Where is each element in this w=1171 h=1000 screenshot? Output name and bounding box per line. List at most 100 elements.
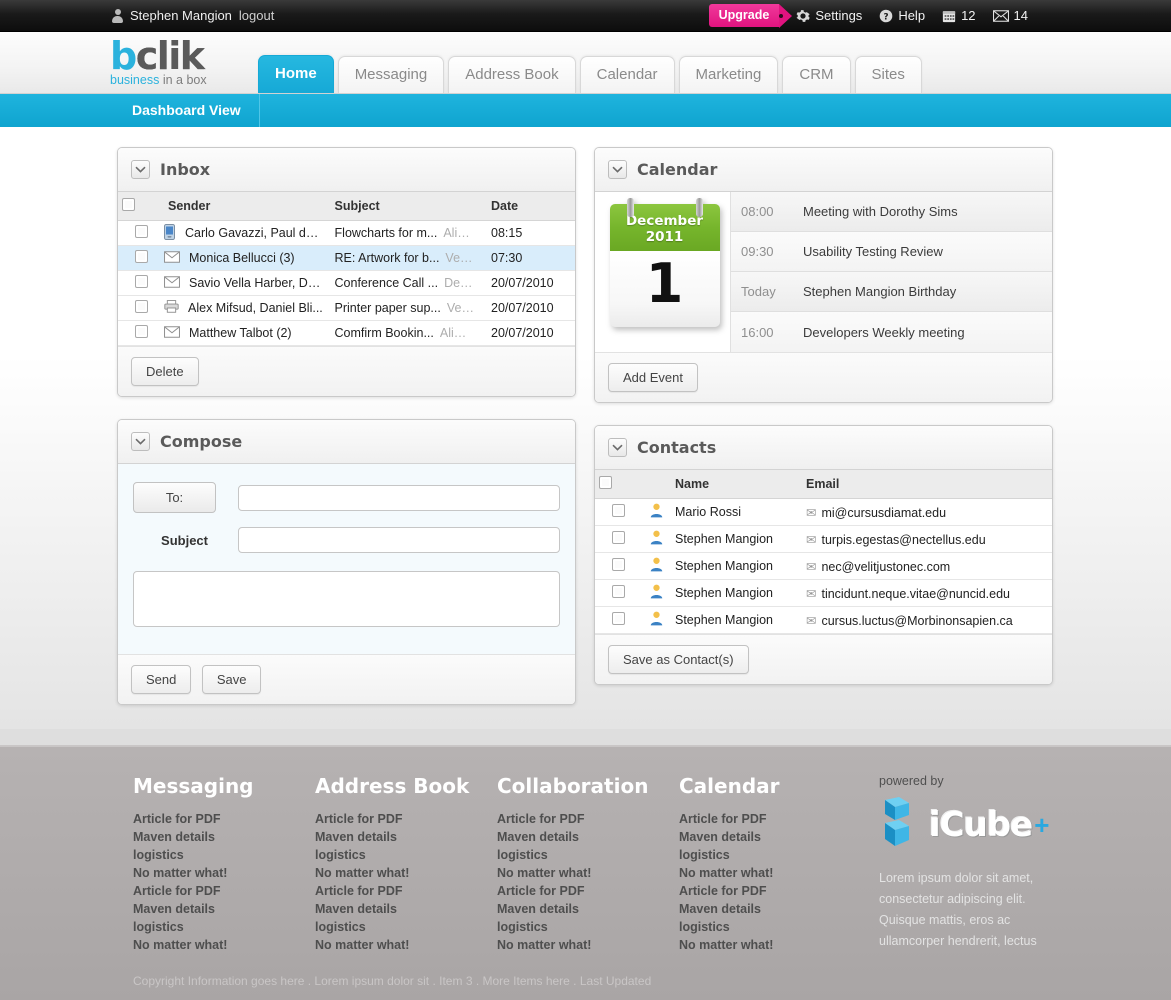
calendar-count-button[interactable]: 12 — [942, 8, 976, 23]
mail-count-button[interactable]: 14 — [992, 8, 1028, 23]
footer-link[interactable]: No matter what! — [315, 864, 497, 882]
icube-plus-symbol: + — [1034, 810, 1050, 840]
row-checkbox[interactable] — [611, 531, 625, 544]
footer-link[interactable]: No matter what! — [679, 936, 861, 954]
row-checkbox[interactable] — [134, 325, 148, 338]
upgrade-button[interactable]: Upgrade — [708, 4, 793, 28]
contact-name: Stephen Mangion — [671, 525, 802, 553]
logout-link[interactable]: logout — [239, 8, 274, 23]
main-tabs: Home Messaging Address Book Calendar Mar… — [258, 55, 922, 93]
footer-link[interactable]: No matter what! — [497, 864, 679, 882]
tab-calendar[interactable]: Calendar — [579, 56, 675, 93]
row-checkbox[interactable] — [611, 504, 625, 517]
row-checkbox[interactable] — [611, 612, 625, 625]
question-mark-icon: ? — [879, 9, 893, 23]
add-event-button[interactable]: Add Event — [608, 363, 698, 392]
footer-link[interactable]: No matter what! — [497, 936, 679, 954]
avatar — [650, 611, 663, 629]
chevron-down-icon[interactable] — [131, 160, 150, 179]
table-row[interactable]: Mario Rossi ✉ mi@cursusdiamat.edu — [595, 498, 1052, 526]
message-body-field[interactable] — [133, 571, 560, 627]
footer-link[interactable]: Maven details — [497, 828, 679, 846]
footer-link[interactable]: Maven details — [133, 900, 315, 918]
row-checkbox[interactable] — [134, 275, 148, 288]
row-checkbox[interactable] — [611, 585, 625, 598]
footer-link[interactable]: Article for PDF — [133, 882, 315, 900]
footer-column-collaboration: Collaboration Article for PDF Maven deta… — [497, 774, 679, 954]
row-checkbox[interactable] — [611, 558, 625, 571]
cube-icon — [879, 796, 927, 855]
save-draft-button[interactable]: Save — [201, 665, 262, 694]
subnav-item-dashboard-view[interactable]: Dashboard View — [114, 94, 260, 127]
footer-link[interactable]: No matter what! — [315, 936, 497, 954]
footer-link[interactable]: Maven details — [679, 900, 861, 918]
select-all-checkbox[interactable] — [122, 198, 135, 211]
tab-home[interactable]: Home — [258, 55, 334, 93]
select-all-checkbox[interactable] — [599, 476, 612, 489]
row-checkbox[interactable] — [134, 250, 148, 263]
envelope-icon: ✉ — [806, 559, 817, 574]
footer-link[interactable]: logistics — [133, 846, 315, 864]
subject-field[interactable] — [238, 527, 560, 553]
footer-link[interactable]: logistics — [315, 846, 497, 864]
row-checkbox[interactable] — [134, 225, 148, 238]
table-row[interactable]: Stephen Mangion ✉ tincidunt.neque.vitae@n… — [595, 579, 1052, 607]
list-item[interactable]: 16:00 Developers Weekly meeting — [731, 312, 1052, 352]
list-item[interactable]: Today Stephen Mangion Birthday — [731, 272, 1052, 312]
footer-link[interactable]: Article for PDF — [679, 810, 861, 828]
footer-link[interactable]: Article for PDF — [497, 810, 679, 828]
footer-link[interactable]: logistics — [497, 918, 679, 936]
tab-address-book[interactable]: Address Book — [448, 56, 576, 93]
footer-link[interactable]: logistics — [679, 918, 861, 936]
list-item[interactable]: 08:00 Meeting with Dorothy Sims — [731, 192, 1052, 232]
footer-link[interactable]: Maven details — [315, 828, 497, 846]
table-row[interactable]: Matthew Talbot (2) Comfirm Bookin... Aliq… — [118, 320, 575, 346]
inbox-panel-footer: Delete — [118, 346, 575, 396]
to-field[interactable] — [238, 484, 560, 511]
list-item[interactable]: 09:30 Usability Testing Review — [731, 232, 1052, 272]
table-row[interactable]: Alex Mifsud, Daniel Bli... Printer paper… — [118, 295, 575, 321]
to-picker-button[interactable]: To: — [133, 482, 216, 513]
delete-button[interactable]: Delete — [131, 357, 199, 386]
tab-messaging[interactable]: Messaging — [337, 56, 445, 93]
footer-link[interactable]: Maven details — [133, 828, 315, 846]
settings-button[interactable]: Settings — [796, 8, 862, 23]
footer-link[interactable]: No matter what! — [679, 864, 861, 882]
footer-link[interactable]: Maven details — [497, 900, 679, 918]
site-header: bclik business in a box Home Messaging A… — [0, 32, 1171, 94]
footer-link[interactable]: Article for PDF — [497, 882, 679, 900]
event-time: 09:30 — [741, 244, 774, 259]
help-button[interactable]: ? Help — [879, 8, 925, 23]
footer-link[interactable]: Article for PDF — [315, 810, 497, 828]
contact-email: nec@velitjustonec.com — [821, 559, 951, 574]
footer-link[interactable]: No matter what! — [133, 936, 315, 954]
calendar-ring-right-icon — [695, 198, 703, 217]
footer-link[interactable]: Maven details — [315, 900, 497, 918]
tab-marketing[interactable]: Marketing — [678, 56, 779, 93]
send-button[interactable]: Send — [131, 665, 192, 694]
footer-link[interactable]: logistics — [497, 846, 679, 864]
footer-link[interactable]: No matter what! — [133, 864, 315, 882]
row-checkbox[interactable] — [134, 300, 148, 313]
table-row[interactable]: Stephen Mangion ✉ turpis.egestas@nectellu… — [595, 525, 1052, 553]
chevron-down-icon[interactable] — [608, 160, 627, 179]
tab-crm[interactable]: CRM — [782, 56, 851, 93]
save-as-contacts-button[interactable]: Save as Contact(s) — [608, 645, 749, 674]
contact-name: Stephen Mangion — [671, 552, 802, 580]
table-row[interactable]: Monica Bellucci (3) RE: Artwork for b...… — [118, 245, 575, 271]
tab-sites[interactable]: Sites — [854, 56, 922, 93]
table-row[interactable]: Stephen Mangion ✉ cursus.luctus@Morbinons… — [595, 606, 1052, 634]
logo[interactable]: bclik business in a box — [110, 37, 207, 87]
footer-link[interactable]: logistics — [679, 846, 861, 864]
footer-link[interactable]: Article for PDF — [679, 882, 861, 900]
chevron-down-icon[interactable] — [131, 432, 150, 451]
chevron-down-icon[interactable] — [608, 438, 627, 457]
footer-link[interactable]: logistics — [133, 918, 315, 936]
footer-link[interactable]: Maven details — [679, 828, 861, 846]
table-row[interactable]: Stephen Mangion ✉ nec@velitjustonec.com — [595, 552, 1052, 580]
table-row[interactable]: Savio Vella Harber, Da... Conference Cal… — [118, 270, 575, 296]
footer-link[interactable]: Article for PDF — [315, 882, 497, 900]
table-row[interactable]: Carlo Gavazzi, Paul di ... Flowcharts fo… — [118, 220, 575, 246]
footer-link[interactable]: Article for PDF — [133, 810, 315, 828]
footer-link[interactable]: logistics — [315, 918, 497, 936]
